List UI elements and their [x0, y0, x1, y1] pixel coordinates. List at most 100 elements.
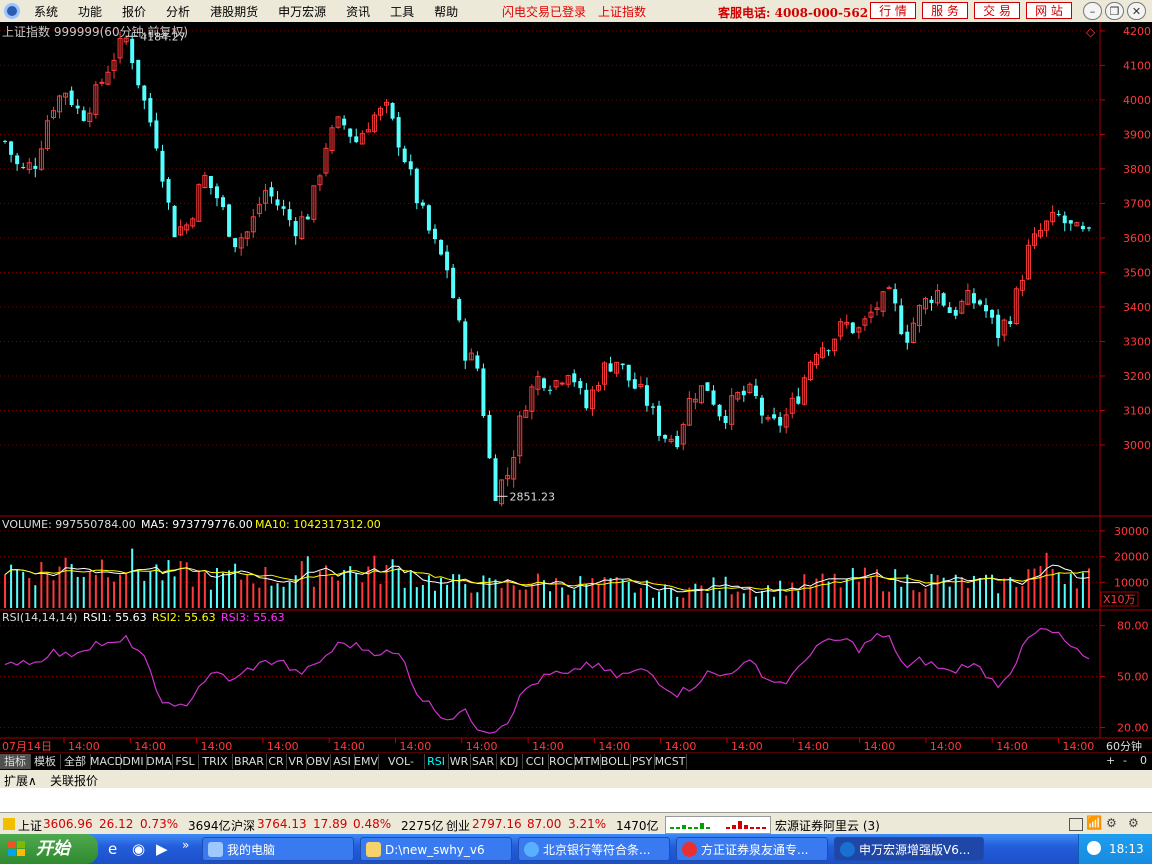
candle-body — [214, 186, 219, 199]
time-tick-label: 14:00 — [466, 740, 498, 753]
kline-chart[interactable]: 4200 4100 4000 3900 3800 3700 3600 3500 3400 3300… — [0, 22, 1152, 753]
zoom-reset-button[interactable]: 0 — [1140, 754, 1147, 767]
indicator-tab-boll[interactable]: BOLL — [600, 754, 631, 769]
minimize-icon[interactable]: – — [1083, 2, 1102, 20]
expand-tab[interactable]: 扩展∧ — [4, 772, 37, 789]
app-icon[interactable] — [4, 3, 20, 19]
sh-index-name[interactable]: 上证 — [18, 817, 42, 834]
zoom-out-button[interactable]: - — [1123, 754, 1127, 767]
candle-body — [33, 165, 38, 169]
trade-button[interactable]: 交 易 — [974, 2, 1020, 19]
period-label[interactable]: 60分钟 — [1106, 739, 1142, 753]
menu-function[interactable]: 功能 — [68, 3, 112, 20]
taskbar-browser[interactable]: 北京银行等符合条... — [518, 837, 670, 861]
indicator-tab-kdj[interactable]: KDJ — [496, 754, 523, 769]
rsi2-label: RSI2: 55.63 — [152, 611, 216, 624]
menu-tools[interactable]: 工具 — [380, 3, 424, 20]
low-price-label: 2851.23 — [510, 490, 556, 503]
indicator-tab-cr[interactable]: CR — [266, 754, 287, 769]
indicator-tab-emv[interactable]: EMV — [354, 754, 379, 769]
indicator-tab-obv[interactable]: OBV — [306, 754, 331, 769]
related-quotes-tab[interactable]: 关联报价 — [50, 772, 98, 789]
broker-server[interactable]: 宏源证券阿里云 (3) — [775, 817, 880, 834]
close-icon[interactable]: ✕ — [1127, 2, 1146, 20]
taskbar-folder[interactable]: D:\new_swhy_v6 — [360, 837, 512, 861]
indicator-tab-mtm[interactable]: MTM — [574, 754, 601, 769]
indicator-tab-brar[interactable]: BRAR — [232, 754, 267, 769]
chart-corner-icons[interactable]: ◇ — [1086, 25, 1096, 39]
indicator-tab-mcst[interactable]: MCST — [654, 754, 687, 769]
taskbar-my-computer[interactable]: 我的电脑 — [202, 837, 354, 861]
indicator-tab-dma[interactable]: DMA — [146, 754, 173, 769]
menu-quote[interactable]: 报价 — [112, 3, 156, 20]
indicator-tab-trix[interactable]: TRIX — [198, 754, 233, 769]
candle-body — [1056, 214, 1061, 216]
index-link[interactable]: 上证指数 — [598, 3, 646, 20]
indicator-tab-wr[interactable]: WR — [448, 754, 471, 769]
candle-body — [15, 155, 20, 165]
indicator-tab-sar[interactable]: SAR — [470, 754, 497, 769]
candle-body — [432, 228, 437, 240]
tab-all[interactable]: 全部 — [60, 754, 91, 769]
indicator-tab-vr[interactable]: VR — [286, 754, 307, 769]
cy-index-pct: 3.21% — [568, 817, 607, 831]
indicator-tab-dmi[interactable]: DMI — [120, 754, 147, 769]
settings-icon[interactable]: ⚙ — [1106, 816, 1117, 830]
menu-hk-futures[interactable]: 港股期货 — [200, 3, 268, 20]
media-player-icon[interactable]: ▶ — [156, 840, 168, 858]
start-button[interactable]: 开始 — [0, 834, 98, 864]
indicator-tab-rsi[interactable]: RSI — [424, 754, 449, 769]
firefox-icon[interactable]: ◉ — [132, 840, 145, 858]
tab-indicators[interactable]: 指标 — [0, 754, 31, 769]
cy-index-name[interactable]: 创业 — [446, 817, 470, 834]
time-tick-label: 14:00 — [201, 740, 233, 753]
indicator-tab-asi[interactable]: ASI — [330, 754, 355, 769]
indicator-tab-psy[interactable]: PSY — [630, 754, 655, 769]
menu-swhy[interactable]: 申万宏源 — [268, 3, 336, 20]
candle-body — [941, 293, 946, 306]
window-icon[interactable] — [1069, 818, 1083, 831]
price-tick-label: 3700 — [1123, 197, 1151, 210]
indicator-tab-voltdx[interactable]: VOL-TDX — [378, 754, 425, 783]
zoom-in-button[interactable]: + — [1106, 754, 1115, 767]
menu-system[interactable]: 系统 — [24, 3, 68, 20]
candle-body — [21, 167, 26, 169]
service-button[interactable]: 服 务 — [922, 2, 968, 19]
website-button[interactable]: 网 站 — [1026, 2, 1072, 19]
price-tick-label: 3500 — [1123, 266, 1151, 279]
ie-icon[interactable]: e — [108, 840, 117, 858]
market-button[interactable]: 行 情 — [870, 2, 916, 19]
menu-help[interactable]: 帮助 — [424, 3, 468, 20]
indicator-tab-cci[interactable]: CCI — [522, 754, 549, 769]
indicator-tab-fsl[interactable]: FSL — [172, 754, 199, 769]
sh-index-change: 26.12 — [99, 817, 134, 831]
signal-icon[interactable]: 📶 — [1086, 816, 1102, 831]
tray-shield-icon[interactable] — [1087, 841, 1101, 855]
status-lock-icon[interactable] — [3, 818, 15, 830]
candle-body — [463, 321, 468, 361]
candle-body — [759, 397, 764, 416]
clock[interactable]: 18:13 — [1109, 842, 1144, 856]
rsi1-label: RSI1: 55.63 — [83, 611, 147, 624]
extension-panel — [0, 788, 1152, 812]
candle-body — [130, 38, 135, 64]
hs-index-name[interactable]: 沪深 — [231, 817, 255, 834]
menu-analysis[interactable]: 分析 — [156, 3, 200, 20]
menu-info[interactable]: 资讯 — [336, 3, 380, 20]
tab-templates[interactable]: 模板 — [30, 754, 61, 769]
candle-body — [172, 205, 177, 238]
flash-trade-status[interactable]: 闪电交易已登录 — [502, 3, 586, 20]
indicator-tab-roc[interactable]: ROC — [548, 754, 575, 769]
time-tick-label: 14:00 — [267, 740, 299, 753]
candle-body — [160, 150, 165, 182]
options-icon[interactable]: ⚙ — [1128, 816, 1139, 830]
candle-body — [584, 389, 589, 409]
zoom-controls: + - 0 — [1100, 753, 1152, 770]
candle-body — [1008, 321, 1013, 325]
indicator-tab-macd[interactable]: MACD — [90, 754, 123, 769]
restore-icon[interactable]: ❐ — [1105, 2, 1124, 20]
candle-body — [227, 204, 232, 237]
taskbar-fangzheng[interactable]: 方正证券泉友通专... — [676, 837, 828, 861]
quicklaunch-more-icon[interactable]: » — [182, 838, 189, 852]
taskbar-swhy[interactable]: 申万宏源增强版V6... — [834, 837, 984, 861]
